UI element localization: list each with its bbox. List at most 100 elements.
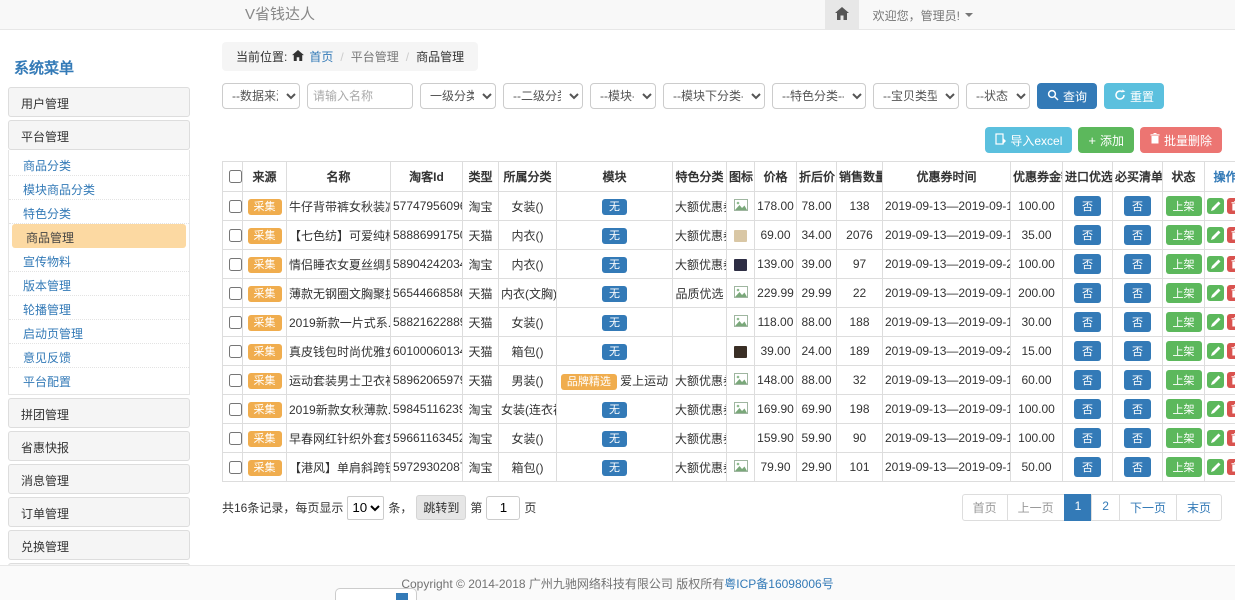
sidebar-group[interactable]: 省惠快报: [8, 431, 190, 461]
must-buy-toggle[interactable]: 否: [1124, 399, 1151, 419]
sidebar-group[interactable]: 订单管理: [8, 497, 190, 527]
import-select-toggle[interactable]: 否: [1074, 370, 1101, 390]
row-checkbox[interactable]: [229, 229, 242, 242]
select-all-checkbox[interactable]: [229, 170, 242, 183]
status-toggle[interactable]: 上架: [1166, 457, 1202, 477]
delete-button[interactable]: [1227, 459, 1235, 475]
page-number-input[interactable]: [486, 496, 520, 520]
home-nav-button[interactable]: [825, 0, 859, 30]
status-toggle[interactable]: 上架: [1166, 283, 1202, 303]
import-excel-button[interactable]: 导入excel: [985, 127, 1072, 153]
must-buy-toggle[interactable]: 否: [1124, 283, 1151, 303]
edit-button[interactable]: [1207, 285, 1224, 301]
must-buy-toggle[interactable]: 否: [1124, 457, 1151, 477]
must-buy-toggle[interactable]: 否: [1124, 341, 1151, 361]
batch-delete-button[interactable]: 批量删除: [1140, 127, 1222, 153]
sidebar-item[interactable]: 宣传物料: [9, 248, 189, 272]
status-toggle[interactable]: 上架: [1166, 370, 1202, 390]
page-button[interactable]: 首页: [962, 494, 1008, 521]
page-button[interactable]: 1: [1064, 494, 1093, 521]
level1-category-select[interactable]: 一级分类: [420, 83, 496, 109]
sidebar-group[interactable]: 用户管理: [8, 87, 190, 117]
row-checkbox[interactable]: [229, 461, 242, 474]
status-toggle[interactable]: 上架: [1166, 399, 1202, 419]
delete-button[interactable]: [1227, 372, 1235, 388]
delete-button[interactable]: [1227, 285, 1235, 301]
row-checkbox[interactable]: [229, 258, 242, 271]
delete-button[interactable]: [1227, 401, 1235, 417]
data-source-select[interactable]: --数据来源--: [222, 83, 300, 109]
edit-button[interactable]: [1207, 401, 1224, 417]
sidebar-item[interactable]: 模块商品分类: [9, 176, 189, 200]
page-button[interactable]: 下一页: [1119, 494, 1177, 521]
edit-button[interactable]: [1207, 343, 1224, 359]
import-select-toggle[interactable]: 否: [1074, 312, 1101, 332]
sidebar-item[interactable]: 特色分类: [9, 200, 189, 224]
sidebar-item[interactable]: 商品分类: [9, 152, 189, 176]
item-type-select[interactable]: --宝贝类型--: [873, 83, 959, 109]
jump-button[interactable]: 跳转到: [416, 495, 466, 520]
edit-button[interactable]: [1207, 227, 1224, 243]
user-menu[interactable]: 欢迎您，管理员!: [859, 0, 987, 30]
sidebar-group[interactable]: 消息管理: [8, 464, 190, 494]
row-checkbox[interactable]: [229, 287, 242, 300]
status-select[interactable]: --状态--: [966, 83, 1030, 109]
delete-button[interactable]: [1227, 227, 1235, 243]
status-toggle[interactable]: 上架: [1166, 254, 1202, 274]
reset-button[interactable]: 重置: [1104, 83, 1164, 109]
edit-button[interactable]: [1207, 430, 1224, 446]
row-checkbox[interactable]: [229, 374, 242, 387]
module-select[interactable]: --模块--: [590, 83, 656, 109]
must-buy-toggle[interactable]: 否: [1124, 254, 1151, 274]
import-select-toggle[interactable]: 否: [1074, 196, 1101, 216]
status-toggle[interactable]: 上架: [1166, 225, 1202, 245]
row-checkbox[interactable]: [229, 316, 242, 329]
row-checkbox[interactable]: [229, 200, 242, 213]
edit-button[interactable]: [1207, 256, 1224, 272]
import-select-toggle[interactable]: 否: [1074, 341, 1101, 361]
must-buy-toggle[interactable]: 否: [1124, 312, 1151, 332]
row-checkbox[interactable]: [229, 432, 242, 445]
delete-button[interactable]: [1227, 314, 1235, 330]
sidebar-item[interactable]: 版本管理: [9, 272, 189, 296]
must-buy-toggle[interactable]: 否: [1124, 370, 1151, 390]
edit-button[interactable]: [1207, 372, 1224, 388]
must-buy-toggle[interactable]: 否: [1124, 196, 1151, 216]
import-select-toggle[interactable]: 否: [1074, 399, 1101, 419]
edit-button[interactable]: [1207, 314, 1224, 330]
name-input[interactable]: [307, 83, 413, 109]
delete-button[interactable]: [1227, 256, 1235, 272]
edit-button[interactable]: [1207, 459, 1224, 475]
status-toggle[interactable]: 上架: [1166, 428, 1202, 448]
status-toggle[interactable]: 上架: [1166, 196, 1202, 216]
must-buy-toggle[interactable]: 否: [1124, 428, 1151, 448]
delete-button[interactable]: [1227, 430, 1235, 446]
page-button[interactable]: 末页: [1176, 494, 1222, 521]
row-checkbox[interactable]: [229, 403, 242, 416]
level2-category-select[interactable]: --二级分类--: [503, 83, 583, 109]
status-toggle[interactable]: 上架: [1166, 312, 1202, 332]
module-sub-category-select[interactable]: --模块下分类--: [663, 83, 765, 109]
must-buy-toggle[interactable]: 否: [1124, 225, 1151, 245]
import-select-toggle[interactable]: 否: [1074, 428, 1101, 448]
delete-button[interactable]: [1227, 198, 1235, 214]
sidebar-group[interactable]: 平台管理: [8, 120, 190, 150]
import-select-toggle[interactable]: 否: [1074, 254, 1101, 274]
sidebar-item[interactable]: 平台配置: [9, 368, 189, 392]
search-button[interactable]: 查询: [1037, 83, 1097, 109]
sidebar-group[interactable]: 兑换管理: [8, 530, 190, 560]
import-select-toggle[interactable]: 否: [1074, 225, 1101, 245]
import-select-toggle[interactable]: 否: [1074, 457, 1101, 477]
per-page-select[interactable]: 10: [347, 496, 384, 520]
page-button[interactable]: 上一页: [1007, 494, 1065, 521]
sidebar-item[interactable]: 轮播管理: [9, 296, 189, 320]
import-select-toggle[interactable]: 否: [1074, 283, 1101, 303]
delete-button[interactable]: [1227, 343, 1235, 359]
sidebar-item[interactable]: 意见反馈: [9, 344, 189, 368]
edit-button[interactable]: [1207, 198, 1224, 214]
add-button[interactable]: + 添加: [1078, 127, 1134, 153]
feature-category-select[interactable]: --特色分类--: [772, 83, 866, 109]
page-button[interactable]: 2: [1091, 494, 1120, 521]
status-toggle[interactable]: 上架: [1166, 341, 1202, 361]
icp-link[interactable]: 粤ICP备16098006号: [724, 575, 833, 592]
